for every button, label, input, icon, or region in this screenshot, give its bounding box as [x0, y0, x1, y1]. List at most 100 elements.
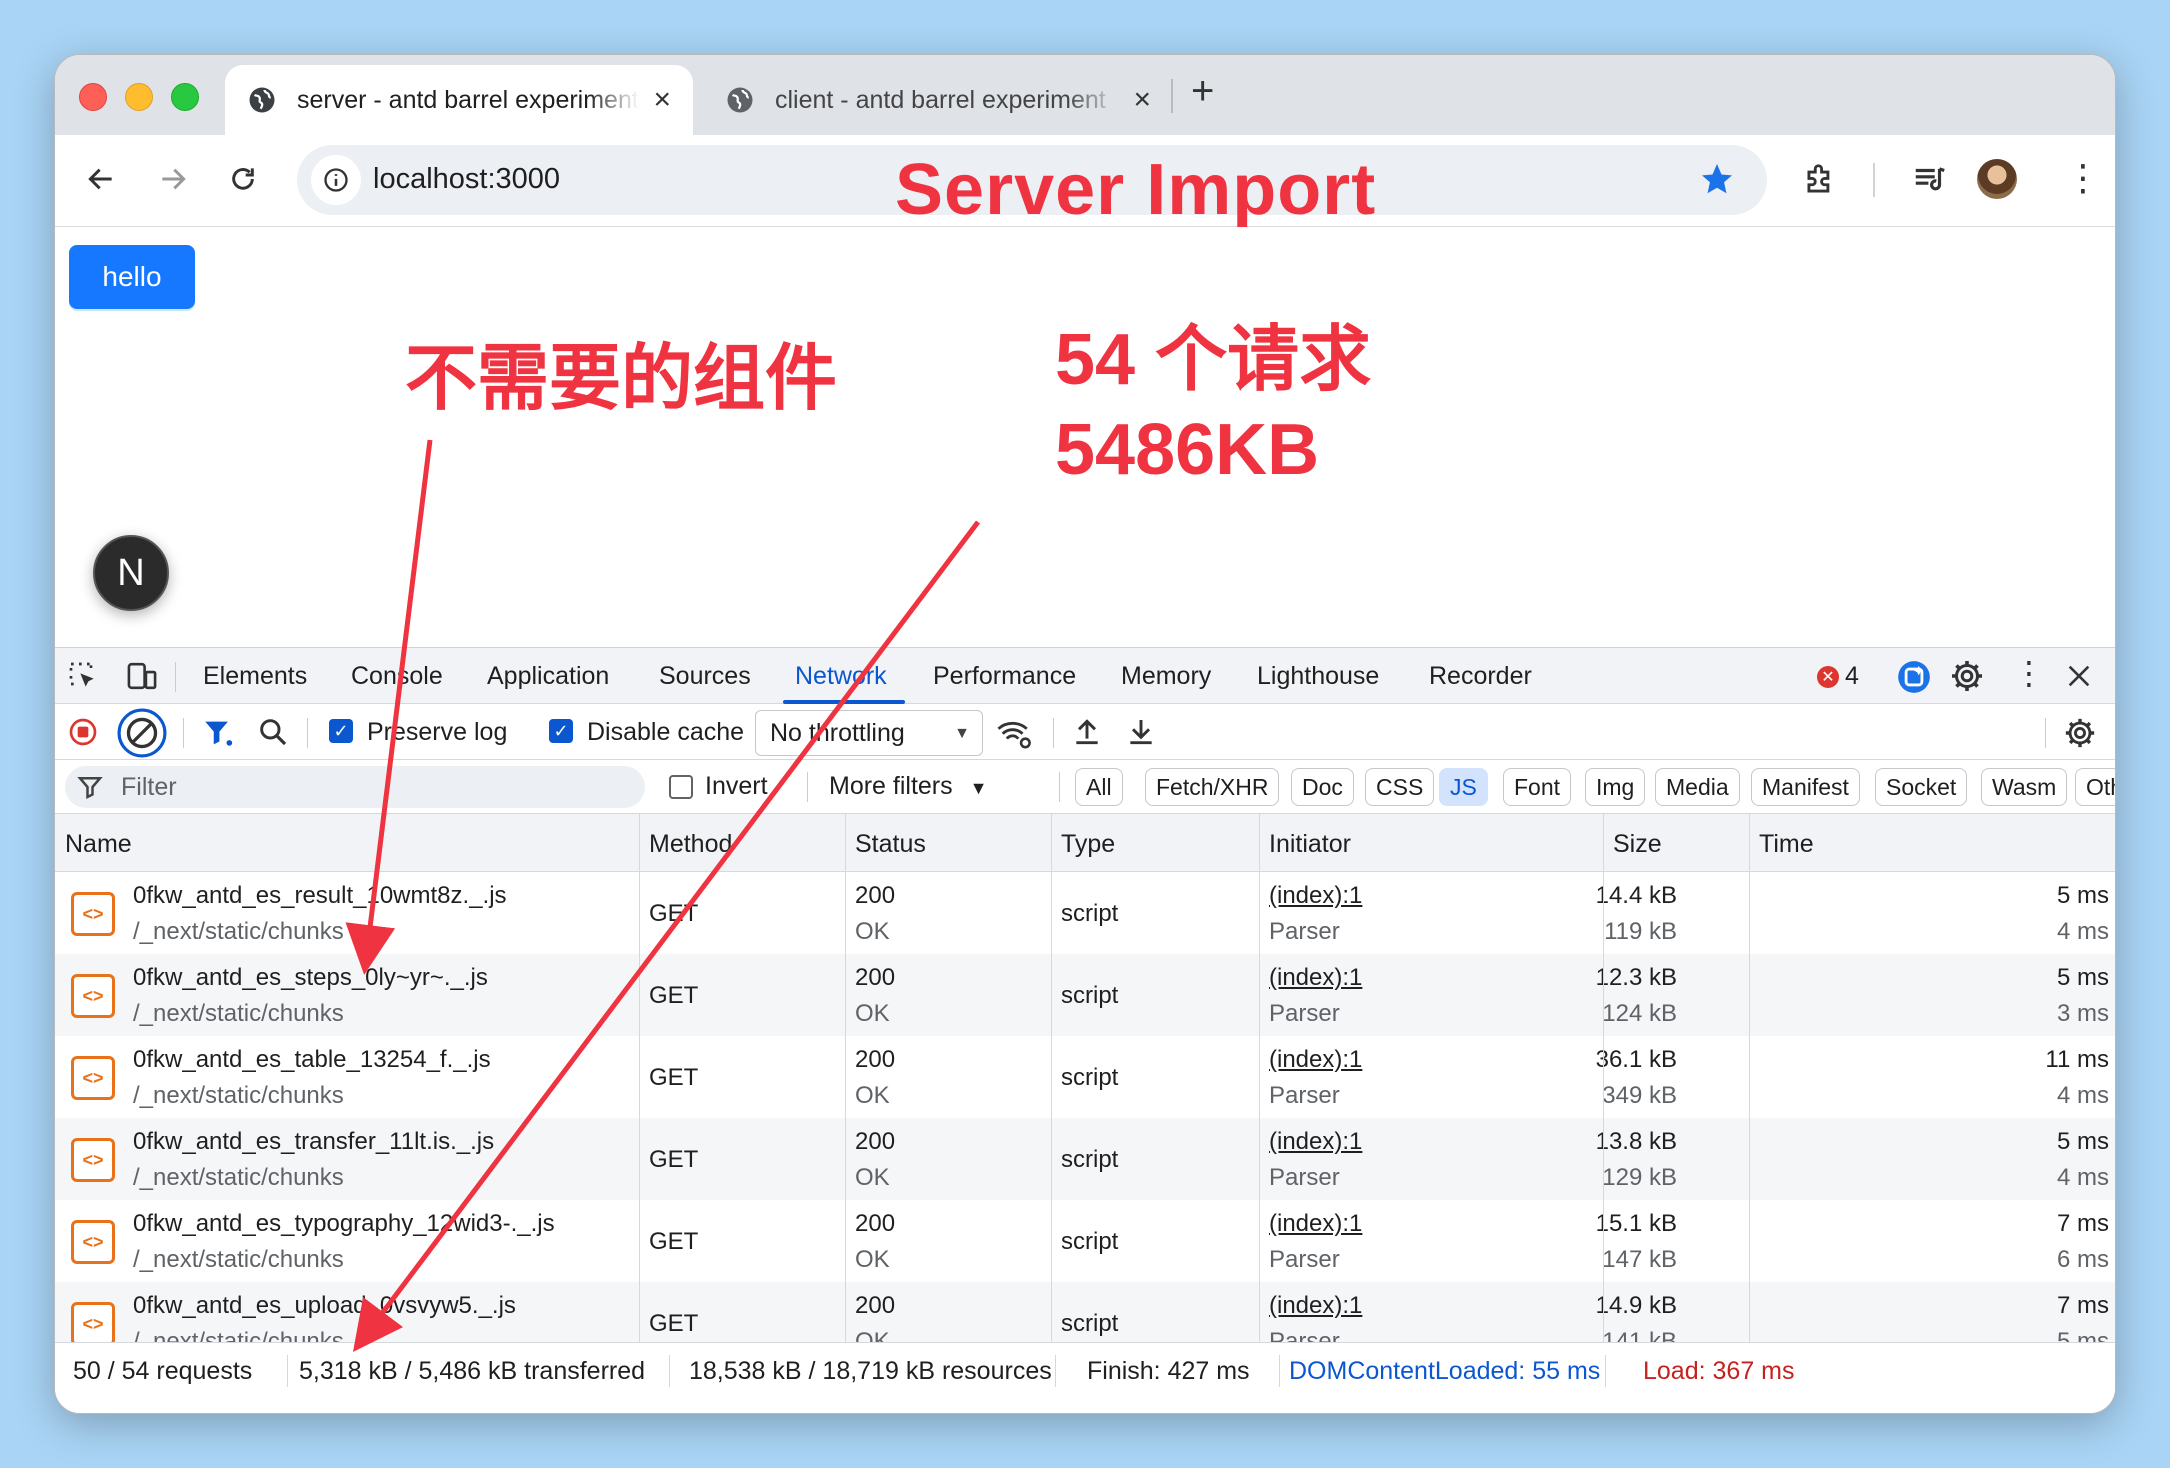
- filter-input[interactable]: Filter: [65, 766, 645, 808]
- tab-application[interactable]: Application: [487, 662, 609, 691]
- tab-server[interactable]: server - antd barrel experiment ×: [225, 65, 693, 135]
- chip-js[interactable]: JS: [1439, 768, 1488, 806]
- table-row[interactable]: <> 0fkw_antd_es_transfer_11lt.is._.js /_…: [55, 1118, 2115, 1200]
- request-table-header: Name Method Status Type Initiator Size T…: [55, 814, 2115, 872]
- table-row[interactable]: <> 0fkw_antd_es_steps_0ly~yr~._.js /_nex…: [55, 954, 2115, 1036]
- initiator-link[interactable]: (index):1: [1269, 1128, 1362, 1156]
- back-icon[interactable]: [85, 163, 117, 195]
- tab-network[interactable]: Network: [795, 662, 887, 691]
- tab-client[interactable]: client - antd barrel experiment ×: [703, 65, 1173, 135]
- zoom-window-button[interactable]: [171, 83, 199, 111]
- network-settings-gear-icon[interactable]: [2063, 716, 2097, 750]
- chip-all[interactable]: All: [1075, 768, 1123, 806]
- column-size[interactable]: Size: [1613, 830, 1662, 859]
- column-divider[interactable]: [639, 814, 640, 1342]
- tab-console[interactable]: Console: [351, 662, 443, 691]
- settings-gear-icon[interactable]: [1949, 658, 1985, 694]
- hello-button[interactable]: hello: [69, 245, 195, 309]
- more-filters-label: More filters: [829, 772, 953, 800]
- request-path: /_next/static/chunks: [133, 918, 344, 945]
- disable-cache-checkbox[interactable]: ✓: [549, 719, 573, 743]
- initiator-link[interactable]: (index):1: [1269, 1292, 1362, 1320]
- throttling-select[interactable]: No throttling ▼: [755, 710, 983, 756]
- close-devtools-icon[interactable]: [2065, 662, 2093, 690]
- reload-icon[interactable]: [227, 163, 259, 195]
- close-tab-icon[interactable]: ×: [653, 83, 671, 117]
- more-filters-dropdown[interactable]: More filters ▼: [829, 772, 987, 801]
- devtools-tab-bar: Elements Console Application Sources Net…: [55, 648, 2115, 704]
- filter-funnel-icon[interactable]: [201, 716, 235, 750]
- column-divider[interactable]: [845, 814, 846, 1342]
- request-name: 0fkw_antd_es_steps_0ly~yr~._.js: [133, 964, 488, 991]
- table-row[interactable]: <> 0fkw_antd_es_result_10wmt8z._.js /_ne…: [55, 872, 2115, 954]
- column-divider[interactable]: [1603, 814, 1604, 1342]
- preserve-log-checkbox[interactable]: ✓: [329, 719, 353, 743]
- chip-doc[interactable]: Doc: [1291, 768, 1354, 806]
- forward-icon[interactable]: [157, 163, 189, 195]
- record-stop-icon[interactable]: [67, 716, 99, 748]
- tab-memory[interactable]: Memory: [1121, 662, 1211, 691]
- script-file-icon: <>: [71, 1056, 115, 1100]
- request-method: GET: [649, 900, 699, 927]
- chip-wasm[interactable]: Wasm: [1981, 768, 2068, 806]
- chip-media[interactable]: Media: [1655, 768, 1740, 806]
- initiator-link[interactable]: (index):1: [1269, 964, 1362, 992]
- chip-css[interactable]: CSS: [1365, 768, 1435, 806]
- bookmark-star-icon[interactable]: [1699, 161, 1735, 197]
- status-text: OK: [855, 1082, 890, 1109]
- column-divider[interactable]: [1749, 814, 1750, 1342]
- tab-recorder[interactable]: Recorder: [1429, 662, 1532, 691]
- initiator-link[interactable]: (index):1: [1269, 1046, 1362, 1074]
- search-icon[interactable]: [257, 716, 289, 748]
- column-status[interactable]: Status: [855, 830, 926, 859]
- chip-font[interactable]: Font: [1503, 768, 1572, 806]
- ai-assistance-icon[interactable]: [1895, 658, 1933, 696]
- chip-socket[interactable]: Socket: [1875, 768, 1968, 806]
- tab-sources[interactable]: Sources: [659, 662, 751, 691]
- network-conditions-icon[interactable]: [995, 716, 1033, 750]
- column-time[interactable]: Time: [1759, 830, 1814, 859]
- request-type: script: [1061, 1310, 1119, 1337]
- invert-checkbox[interactable]: [669, 775, 693, 799]
- initiator-link[interactable]: (index):1: [1269, 882, 1362, 910]
- column-type[interactable]: Type: [1061, 830, 1115, 859]
- error-count-badge[interactable]: ✕ 4: [1817, 662, 1859, 691]
- tab-performance[interactable]: Performance: [933, 662, 1076, 691]
- close-window-button[interactable]: [79, 83, 107, 111]
- column-method[interactable]: Method: [649, 830, 732, 859]
- table-row[interactable]: <> 0fkw_antd_es_upload_0vsvyw5._.js /_ne…: [55, 1282, 2115, 1342]
- tab-lighthouse[interactable]: Lighthouse: [1257, 662, 1379, 691]
- devtools-menu-icon[interactable]: ⋮: [2013, 654, 2045, 692]
- status-text: OK: [855, 1000, 890, 1027]
- inspect-element-icon[interactable]: [67, 660, 99, 692]
- site-info-icon[interactable]: [311, 155, 361, 205]
- chip-manifest[interactable]: Manifest: [1751, 768, 1860, 806]
- column-name[interactable]: Name: [65, 830, 132, 859]
- table-row[interactable]: <> 0fkw_antd_es_table_13254_f._.js /_nex…: [55, 1036, 2115, 1118]
- extensions-icon[interactable]: [1801, 161, 1839, 199]
- annotation-total-size: 5486KB: [1055, 410, 1320, 490]
- new-tab-button[interactable]: +: [1191, 69, 1214, 114]
- column-initiator[interactable]: Initiator: [1269, 830, 1351, 859]
- minimize-window-button[interactable]: [125, 83, 153, 111]
- clear-log-icon[interactable]: [117, 708, 167, 758]
- export-har-icon[interactable]: [1125, 716, 1157, 748]
- chip-img[interactable]: Img: [1585, 768, 1646, 806]
- nextjs-dev-indicator[interactable]: N: [93, 535, 169, 611]
- import-har-icon[interactable]: [1071, 716, 1103, 748]
- browser-menu-icon[interactable]: ⋮: [2065, 157, 2101, 199]
- column-divider[interactable]: [1259, 814, 1260, 1342]
- chip-fetch-xhr[interactable]: Fetch/XHR: [1145, 768, 1280, 806]
- column-divider[interactable]: [1051, 814, 1052, 1342]
- chip-other[interactable]: Other: [2075, 768, 2115, 806]
- device-toolbar-icon[interactable]: [125, 660, 159, 692]
- media-controls-icon[interactable]: [1911, 161, 1949, 199]
- load-time: Load: 367 ms: [1643, 1357, 1795, 1385]
- close-tab-icon[interactable]: ×: [1133, 83, 1151, 117]
- url-text[interactable]: localhost:3000: [373, 163, 560, 196]
- profile-avatar[interactable]: [1977, 159, 2017, 199]
- table-row[interactable]: <> 0fkw_antd_es_typography_12wid3-._.js …: [55, 1200, 2115, 1282]
- request-name: 0fkw_antd_es_typography_12wid3-._.js: [133, 1210, 555, 1237]
- initiator-link[interactable]: (index):1: [1269, 1210, 1362, 1238]
- tab-elements[interactable]: Elements: [203, 662, 307, 691]
